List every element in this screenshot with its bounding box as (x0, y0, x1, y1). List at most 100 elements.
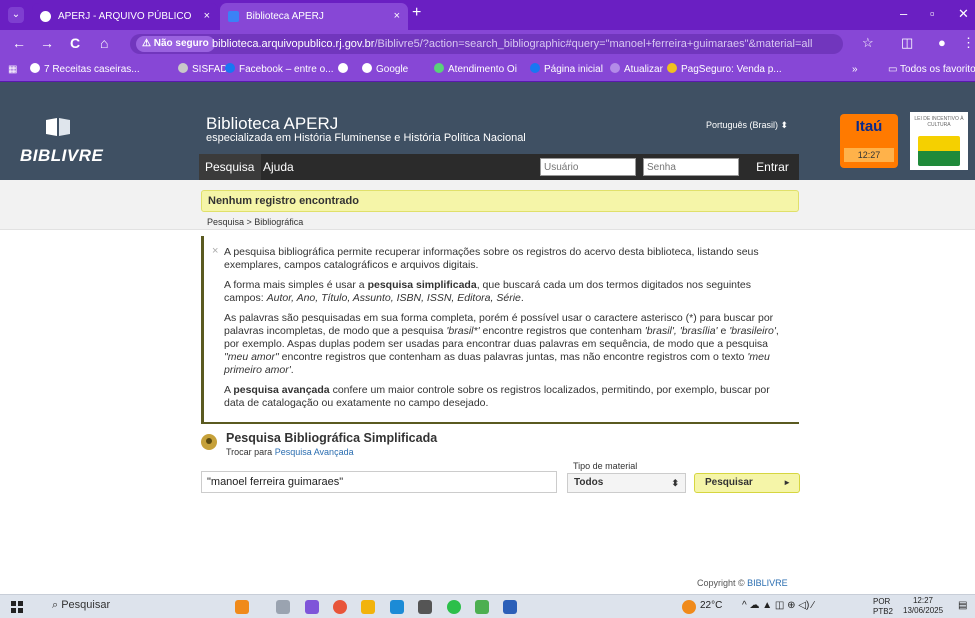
search-mode-switch: Trocar para Pesquisa Avançada (226, 447, 354, 457)
bookmark-sisfad[interactable]: SISFAD (178, 62, 228, 78)
back-icon[interactable]: ← (12, 35, 26, 51)
bookmark-facebook[interactable]: Facebook – entre o... (225, 62, 334, 78)
whatsapp-icon[interactable] (447, 600, 461, 614)
all-favorites-folder[interactable]: ▭ Todos os favoritos (888, 62, 975, 78)
taskbar-app-icon[interactable] (235, 600, 249, 614)
login-button[interactable]: Entrar (746, 154, 799, 180)
biblivre-favicon-icon (228, 11, 239, 22)
weather-temp[interactable]: 22°C (700, 600, 722, 611)
itau-clock: 12:27 (844, 148, 894, 162)
tab-search-icon[interactable]: ⌄ (8, 7, 24, 23)
taskbar-app-icon[interactable] (475, 600, 489, 614)
windows-taskbar: ⌕ Pesquisar 22°C ^ ☁ ▲ ◫ ⊕ ◁) ∕ POR PTB2 … (0, 594, 975, 618)
biblivre-link[interactable]: BIBLIVRE (747, 578, 788, 588)
reload-icon[interactable]: C (70, 35, 80, 51)
apps-grid-icon[interactable]: ▦ (8, 62, 17, 78)
menu-pesquisa[interactable]: Pesquisa (199, 154, 261, 180)
aperj-favicon-icon (40, 11, 51, 22)
url-host: biblioteca.arquivopublico.rj.gov.br (212, 38, 375, 50)
help-paragraph-3: As palavras são pesquisadas em sua forma… (224, 312, 779, 376)
url-text: biblioteca.arquivopublico.rj.gov.br/Bibl… (212, 34, 812, 54)
help-close-icon[interactable]: × (212, 245, 218, 258)
file-explorer-icon[interactable] (361, 600, 375, 614)
biblivre-book-logo-icon (46, 118, 70, 136)
no-results-alert: Nenhum registro encontrado (201, 190, 799, 212)
help-paragraph-2: A forma mais simples é usar a pesquisa s… (224, 279, 752, 304)
bookmark-atualizar[interactable]: Atualizar (610, 62, 663, 78)
bookmark-receitas[interactable]: 7 Receitas caseiras... (30, 62, 140, 78)
password-input[interactable] (643, 158, 739, 176)
notifications-icon[interactable]: ▤ (958, 600, 967, 611)
browser-tab-bar: ⌄ APERJ - ARQUIVO PÚBLICO × Biblioteca A… (0, 0, 975, 30)
bookmark-pagseguro[interactable]: PagSeguro: Venda p... (667, 62, 782, 78)
lei-incentivo-banner[interactable]: LEI DE INCENTIVO À CULTURA (910, 112, 968, 170)
browser-tab-aperj[interactable]: APERJ - ARQUIVO PÚBLICO × (32, 3, 218, 30)
help-paragraph-4: A pesquisa avançada confere um maior con… (224, 384, 770, 409)
favorite-star-icon[interactable]: ☆ (862, 35, 874, 51)
itau-sponsor-banner[interactable]: Itaú 12:27 (840, 114, 898, 168)
windows-start-icon[interactable] (11, 601, 23, 613)
search-button-label: Pesquisar (705, 477, 753, 488)
help-paragraph-1: A pesquisa bibliográfica permite recuper… (224, 246, 759, 271)
copyright-footer: Copyright © BIBLIVRE (697, 578, 788, 588)
breadcrumb: Pesquisa > Bibliográfica (207, 217, 304, 227)
system-tray-icons[interactable]: ^ ☁ ▲ ◫ ⊕ ◁) ∕ (742, 600, 814, 611)
biblivre-logo-text[interactable]: BIBLIVRE (20, 146, 103, 166)
play-arrow-icon: ► (783, 478, 791, 487)
tab-close-icon[interactable]: × (394, 3, 400, 30)
maximize-icon[interactable]: ▫ (930, 6, 935, 21)
material-type-label: Tipo de material (573, 461, 638, 471)
google-favicon-icon (362, 63, 372, 73)
tab-close-icon[interactable]: × (204, 3, 210, 30)
taskbar-search[interactable]: ⌕ Pesquisar (52, 599, 110, 612)
word-icon[interactable] (503, 600, 517, 614)
url-field[interactable]: ⚠ Não seguro biblioteca.arquivopublico.r… (130, 34, 843, 54)
bookmark-oi[interactable]: Atendimento Oi (434, 62, 517, 78)
edge-icon[interactable] (390, 600, 404, 614)
tab-title: APERJ - ARQUIVO PÚBLICO (58, 11, 192, 22)
taskbar-app-icon[interactable] (305, 600, 319, 614)
browser-tab-biblioteca[interactable]: Biblioteca APERJ × (220, 3, 408, 30)
search-help-box: × A pesquisa bibliográfica permite recup… (201, 236, 799, 424)
lei-incentivo-text: LEI DE INCENTIVO À CULTURA (914, 116, 964, 128)
brazil-flag-icon (918, 136, 960, 166)
material-type-select[interactable]: Todos ⬍ (567, 473, 686, 493)
select-arrows-icon: ⬍ (671, 478, 679, 488)
search-pin-icon (201, 434, 217, 450)
bookmark-google[interactable]: Google (362, 62, 408, 78)
google-favicon-icon (338, 63, 348, 73)
new-tab-button[interactable]: + (412, 4, 421, 22)
profile-avatar-icon[interactable]: ● (938, 35, 946, 50)
bookmark-google-icon[interactable] (338, 62, 350, 78)
chrome-icon[interactable] (333, 600, 347, 614)
search-button[interactable]: Pesquisar ► (694, 473, 800, 493)
bookmarks-more-button[interactable]: » (852, 62, 858, 78)
tab-title: Biblioteca APERJ (246, 11, 324, 22)
taskbar-clock[interactable]: 12:27 13/06/2025 (903, 596, 943, 616)
window-close-icon[interactable]: ✕ (958, 6, 969, 22)
forward-icon[interactable]: → (40, 35, 54, 51)
task-view-icon[interactable] (276, 600, 290, 614)
pagseguro-favicon-icon (667, 63, 677, 73)
folder-icon: ▭ (888, 64, 901, 75)
language-select[interactable]: Português (Brasil) ⬍ (706, 120, 788, 131)
receitas-favicon-icon (30, 63, 40, 73)
minimize-icon[interactable]: – (900, 6, 907, 21)
advanced-search-link[interactable]: Pesquisa Avançada (275, 447, 354, 457)
weather-icon[interactable] (682, 600, 696, 614)
username-input[interactable] (540, 158, 636, 176)
menu-ajuda[interactable]: Ajuda (263, 154, 294, 180)
input-language[interactable]: POR PTB2 (873, 597, 893, 617)
search-query-input[interactable]: "manoel ferreira guimaraes" (201, 471, 557, 493)
bookmark-pagina-inicial[interactable]: Página inicial (530, 62, 603, 78)
oi-favicon-icon (434, 63, 444, 73)
home-icon[interactable]: ⌂ (100, 35, 108, 51)
extensions-icon[interactable]: ◫ (901, 35, 913, 51)
library-subtitle: especializada em História Fluminense e H… (206, 132, 526, 144)
material-type-value: Todos (574, 477, 604, 488)
security-badge[interactable]: ⚠ Não seguro (136, 36, 215, 52)
search-section-title: Pesquisa Bibliográfica Simplificada (226, 431, 438, 445)
url-path: /Biblivre5/?action=search_bibliographic#… (374, 38, 813, 50)
browser-menu-icon[interactable]: ⋮ (962, 35, 975, 51)
taskbar-app-icon[interactable] (418, 600, 432, 614)
